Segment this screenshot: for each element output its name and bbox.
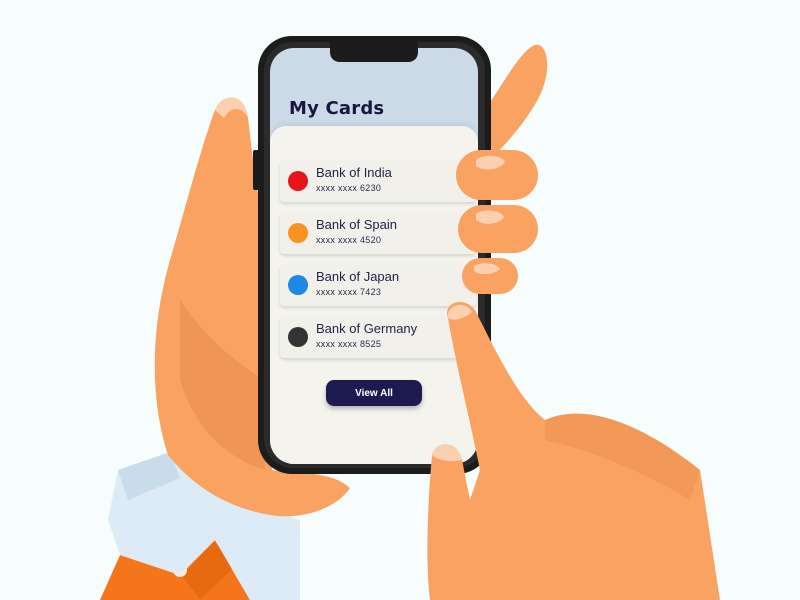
card-number: xxxx xxxx 7423 (316, 287, 382, 297)
card-number: xxxx xxxx 6230 (316, 183, 382, 193)
card-item-bank-of-japan[interactable]: Bank of Japan xxxx xxxx 7423 (280, 264, 476, 306)
card-color-dot (288, 223, 308, 243)
page-title: My Cards (289, 98, 385, 119)
card-item-bank-of-spain[interactable]: Bank of Spain xxxx xxxx 4520 (280, 212, 476, 254)
card-number: xxxx xxxx 4520 (316, 235, 382, 245)
phone-side-button (253, 150, 259, 190)
card-color-dot (288, 275, 308, 295)
card-number: xxxx xxxx 8525 (316, 339, 382, 349)
card-color-dot (288, 171, 308, 191)
phone-screen: My Cards Bank of India xxxx xxxx 6230 Ba… (270, 48, 478, 464)
card-bank-name: Bank of Japan (316, 269, 400, 284)
cards-sheet: Bank of India xxxx xxxx 6230 Bank of Spa… (270, 126, 478, 464)
card-bank-name: Bank of Spain (316, 217, 397, 232)
card-item-bank-of-india[interactable]: Bank of India xxxx xxxx 6230 (280, 160, 476, 202)
card-item-bank-of-germany[interactable]: Bank of Germany xxxx xxxx 8525 (280, 316, 476, 358)
view-all-button[interactable]: View All (326, 380, 422, 406)
card-bank-name: Bank of Germany (316, 321, 418, 336)
card-color-dot (288, 327, 308, 347)
card-bank-name: Bank of India (316, 165, 392, 180)
